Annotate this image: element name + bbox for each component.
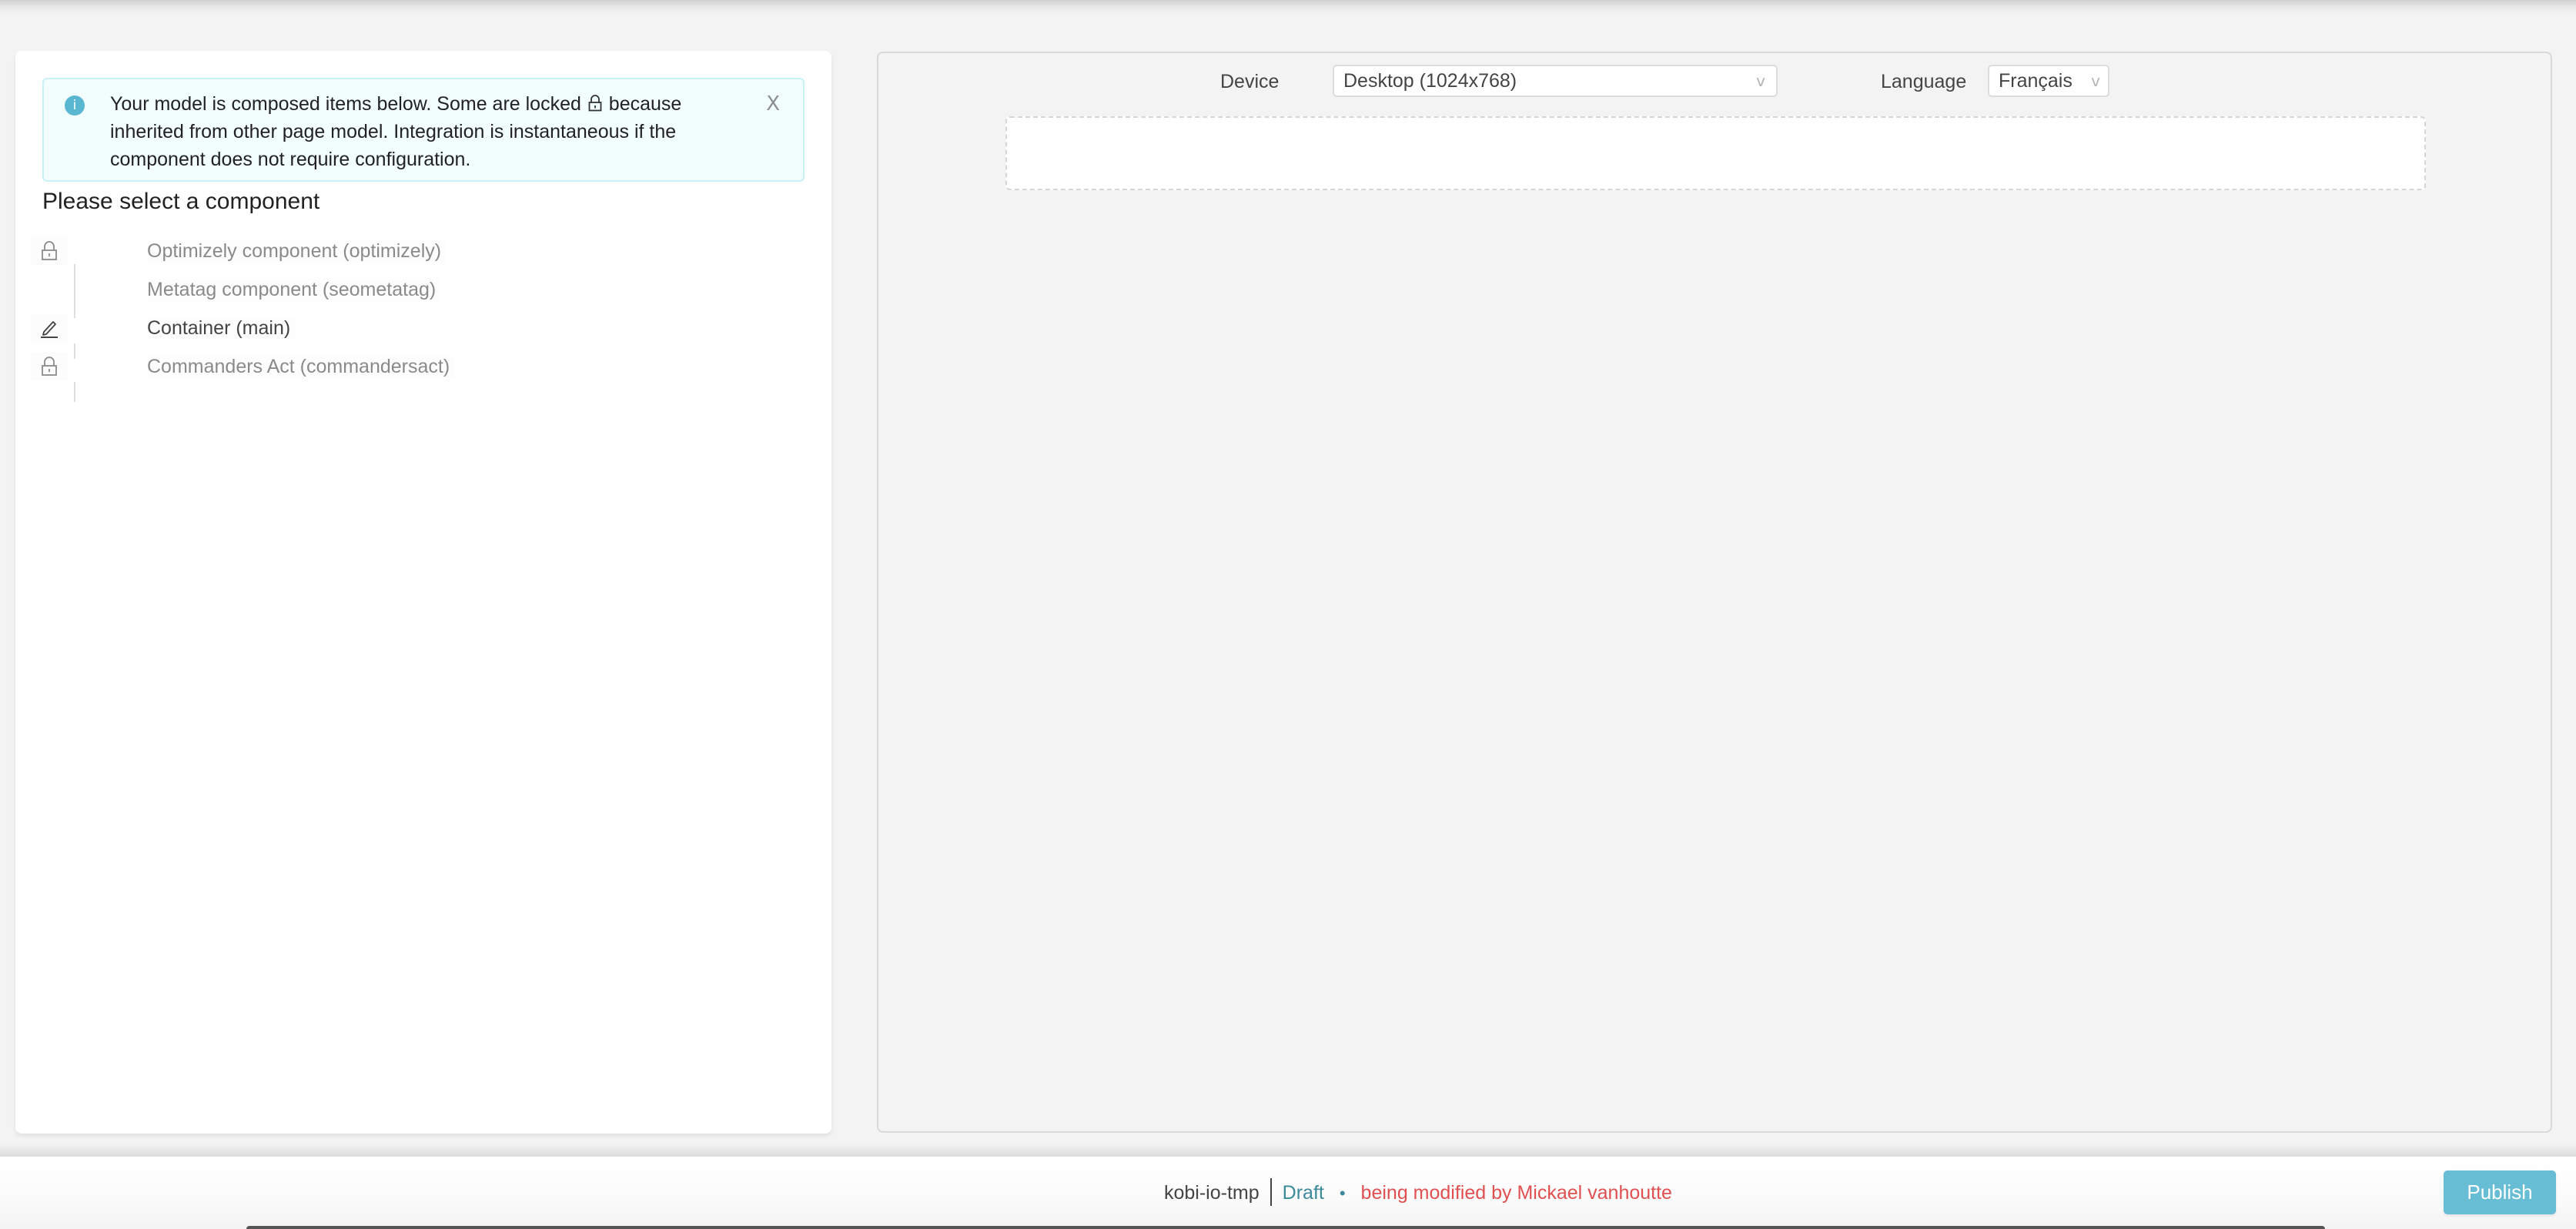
info-icon: i: [65, 95, 85, 116]
empty-icon-cell: [31, 276, 68, 303]
publish-button[interactable]: Publish: [2444, 1170, 2556, 1214]
info-message: Your model is composed items below. Some…: [110, 90, 749, 173]
component-panel: i Your model is composed items below. So…: [15, 51, 831, 1134]
language-label: Language: [1881, 71, 1967, 92]
footer-bar: kobi-io-tmp Draft • being modified by Micka…: [0, 1157, 2576, 1229]
lock-icon: [31, 353, 68, 380]
tree-connector: [74, 264, 75, 318]
device-select[interactable]: Desktop (1024x768) v: [1333, 65, 1778, 97]
tree-connector: [74, 382, 75, 402]
lock-icon: [31, 237, 68, 265]
separator-dot: •: [1339, 1184, 1346, 1203]
status-badge: Draft: [1282, 1182, 1324, 1204]
info-alert: i Your model is composed items below. So…: [42, 78, 805, 182]
top-shadow: [0, 0, 2576, 14]
component-item-optimizely[interactable]: Optimizely component (optimizely): [31, 232, 801, 270]
device-select-value: Desktop (1024x768): [1343, 70, 1517, 92]
chevron-down-icon: v: [1756, 72, 1765, 90]
lock-icon: [588, 92, 602, 112]
select-component-heading: Please select a component: [42, 189, 320, 214]
chevron-down-icon: v: [2091, 72, 2100, 90]
preview-canvas-panel: Device Desktop (1024x768) v Language Fra…: [877, 52, 2552, 1133]
footer-shadow: [0, 1143, 2576, 1157]
component-label: Optimizely component (optimizely): [147, 239, 447, 263]
page-preview-drop-zone[interactable]: [1005, 116, 2426, 190]
site-name: kobi-io-tmp: [1164, 1182, 1260, 1204]
component-list: Optimizely component (optimizely) Metata…: [31, 232, 801, 402]
pencil-icon: [31, 314, 68, 342]
component-item-seometatag[interactable]: Metatag component (seometatag): [31, 270, 801, 309]
component-item-main[interactable]: Container (main): [31, 309, 801, 347]
language-select[interactable]: Français v: [1988, 65, 2109, 97]
device-label: Device: [1220, 71, 1280, 92]
language-select-value: Français: [1999, 70, 2073, 92]
component-label: Metatag component (seometatag): [147, 278, 441, 301]
publication-status: kobi-io-tmp Draft • being modified by Micka…: [1164, 1178, 1672, 1207]
info-text-part1: Your model is composed items below. Some…: [110, 93, 581, 115]
modified-by-notice: being modified by Mickael vanhoutte: [1360, 1182, 1672, 1204]
component-item-commandersact[interactable]: Commanders Act (commandersact): [31, 347, 801, 386]
divider: [1270, 1178, 1272, 1206]
component-label: Commanders Act (commandersact): [147, 355, 455, 378]
close-icon[interactable]: X: [766, 90, 780, 118]
tree-connector: [74, 343, 75, 359]
component-label: Container (main): [147, 316, 296, 340]
window-bottom-edge: [246, 1226, 2325, 1229]
